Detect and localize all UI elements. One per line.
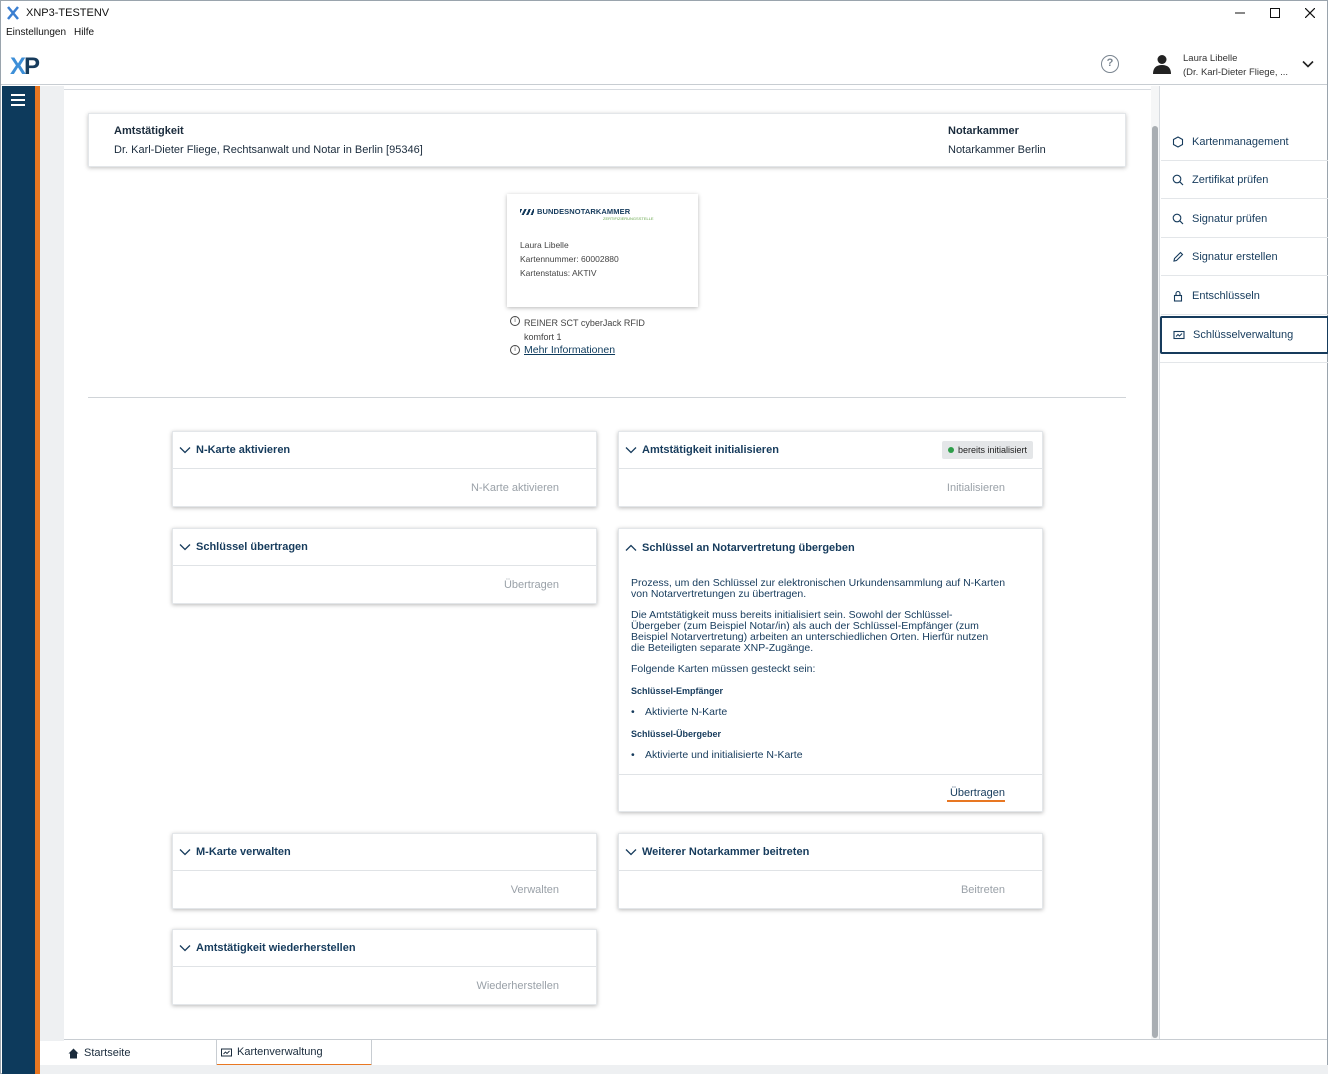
panel-schluessel-uebertragen: Schlüssel übertragen Übertragen xyxy=(172,528,597,604)
chevron-up-icon xyxy=(625,544,637,551)
nav-entschluesseln[interactable]: Entschlüsseln xyxy=(1161,277,1328,315)
divider xyxy=(619,774,1042,775)
notar-card: BUNDESNOTARKAMMER ZERTIFIZIERUNGSSTELLE … xyxy=(507,194,698,307)
status-strip xyxy=(40,1065,1328,1074)
uebertragen-button[interactable]: Übertragen xyxy=(504,579,559,591)
right-navigation: Kartenmanagement Zertifikat prüfen Signa… xyxy=(1159,86,1328,1041)
section-divider xyxy=(88,397,1126,398)
verwalten-button[interactable]: Verwalten xyxy=(511,884,559,896)
n-karte-aktivieren-button[interactable]: N-Karte aktivieren xyxy=(471,482,559,494)
key-card-icon xyxy=(221,1048,232,1056)
app-icon xyxy=(7,6,21,20)
card-reader-info: i REINER SCT cyberJack RFID komfort 1 xyxy=(510,316,645,344)
panel-header[interactable]: Schlüssel übertragen xyxy=(173,529,596,566)
panel-amtstaetigkeit-initialisieren: Amtstätigkeit initialisieren bereits ini… xyxy=(618,431,1043,507)
user-icon[interactable] xyxy=(1153,54,1171,74)
panel-header[interactable]: Amtstätigkeit wiederherstellen xyxy=(173,930,596,967)
panel-header[interactable]: Schlüssel an Notarvertretung übergeben xyxy=(619,529,1042,566)
search-icon xyxy=(1172,174,1184,185)
xnp-logo[interactable]: XP xyxy=(10,53,40,81)
left-sidebar xyxy=(2,86,35,1074)
list-item: • Aktivierte und initialisierte N-Karte xyxy=(631,749,803,761)
window-title: XNP3-TESTENV xyxy=(26,7,110,19)
maximize-button[interactable] xyxy=(1258,1,1292,25)
initialisieren-button[interactable]: Initialisieren xyxy=(947,482,1005,494)
tab-startseite[interactable]: Startseite xyxy=(64,1040,217,1066)
menu-einstellungen[interactable]: Einstellungen xyxy=(6,27,66,43)
chevron-down-icon xyxy=(625,447,637,454)
more-info-row: i Mehr Informationen xyxy=(510,344,615,356)
info-icon: i xyxy=(510,345,520,355)
amtstaetigkeit-value: Dr. Karl-Dieter Fliege, Rechtsanwalt und… xyxy=(114,144,423,156)
tab-kartenverwaltung[interactable]: Kartenverwaltung xyxy=(217,1040,372,1066)
chevron-down-icon[interactable] xyxy=(1301,57,1315,71)
notarvertretung-uebertragen-button[interactable]: Übertragen xyxy=(950,787,1005,799)
amtstaetigkeit-card: Amtstätigkeit Dr. Karl-Dieter Fliege, Re… xyxy=(88,113,1126,167)
app-window: XNP3-TESTENV Einstellungen Hilfe XP ? La… xyxy=(0,0,1328,1074)
chevron-down-icon xyxy=(179,544,191,551)
nav-signatur-pruefen[interactable]: Signatur prüfen xyxy=(1161,200,1328,238)
minimize-button[interactable] xyxy=(1223,1,1257,25)
wiederherstellen-button[interactable]: Wiederherstellen xyxy=(476,980,559,992)
panel-header[interactable]: Amtstätigkeit initialisieren bereits ini… xyxy=(619,432,1042,469)
more-info-link[interactable]: Mehr Informationen xyxy=(524,344,615,356)
close-button[interactable] xyxy=(1293,1,1327,25)
nav-signatur-erstellen[interactable]: Signatur erstellen xyxy=(1161,238,1328,276)
bottom-tab-bar: Startseite Kartenverwaltung xyxy=(64,1039,1327,1066)
panel-header[interactable]: M-Karte verwalten xyxy=(173,834,596,871)
status-dot-icon xyxy=(947,447,954,453)
card-holder: Laura Libelle xyxy=(520,240,569,250)
panel-notarvertretung: Schlüssel an Notarvertretung übergeben P… xyxy=(618,528,1043,812)
uebergeber-heading: Schlüssel-Übergeber xyxy=(631,729,722,739)
chevron-down-icon xyxy=(179,447,191,454)
amtstaetigkeit-label: Amtstätigkeit xyxy=(114,125,184,137)
chevron-down-icon xyxy=(625,849,637,856)
panel-header[interactable]: N-Karte aktivieren xyxy=(173,432,596,469)
help-icon[interactable]: ? xyxy=(1101,55,1119,73)
panel-amtstaetigkeit-wiederherstellen: Amtstätigkeit wiederherstellen Wiederher… xyxy=(172,929,597,1005)
panel-n-karte-aktivieren: N-Karte aktivieren N-Karte aktivieren xyxy=(172,431,597,507)
hexagon-icon xyxy=(1172,135,1184,148)
panel-m-karte-verwalten: M-Karte verwalten Verwalten xyxy=(172,833,597,909)
lock-icon xyxy=(1173,290,1183,302)
panel-header[interactable]: Weiterer Notarkammer beitreten xyxy=(619,834,1042,871)
chevron-down-icon xyxy=(179,945,191,952)
description-paragraph-1: Prozess, um den Schlüssel zur elektronis… xyxy=(631,577,1006,600)
bundesnotarkammer-logo: BUNDESNOTARKAMMER xyxy=(520,207,630,216)
description-paragraph-2: Die Amtstätigkeit muss bereits initialis… xyxy=(631,609,989,654)
home-icon xyxy=(68,1048,79,1058)
beitreten-button[interactable]: Beitreten xyxy=(961,884,1005,896)
empfaenger-heading: Schlüssel-Empfänger xyxy=(631,686,724,696)
title-bar: XNP3-TESTENV xyxy=(1,1,1327,25)
panel-weitere-notarkammer: Weiterer Notarkammer beitreten Beitreten xyxy=(618,833,1043,909)
app-header: XP ? Laura Libelle (Dr. Karl-Dieter Flie… xyxy=(1,45,1327,85)
pen-icon xyxy=(1173,251,1184,262)
divider xyxy=(64,89,1152,90)
content-gutter xyxy=(40,86,64,1041)
notarkammer-value: Notarkammer Berlin xyxy=(948,144,1046,156)
card-status: Kartenstatus: AKTIV xyxy=(520,268,597,278)
hamburger-menu-icon[interactable] xyxy=(11,94,25,106)
chevron-down-icon xyxy=(179,849,191,856)
nav-schluesselverwaltung[interactable]: Schlüsselverwaltung xyxy=(1160,316,1328,354)
list-item: • Aktivierte N-Karte xyxy=(631,706,728,718)
status-badge: bereits initialisiert xyxy=(941,441,1033,459)
card-number: Kartennummer: 60002880 xyxy=(520,254,619,264)
nav-kartenmanagement[interactable]: Kartenmanagement xyxy=(1161,123,1328,161)
scrollbar-thumb[interactable] xyxy=(1152,126,1158,1038)
menu-hilfe[interactable]: Hilfe xyxy=(74,27,94,43)
button-underline xyxy=(947,800,1005,802)
menu-bar: Einstellungen Hilfe xyxy=(1,27,94,43)
notarkammer-label: Notarkammer xyxy=(948,125,1019,137)
divider xyxy=(1160,362,1328,363)
nav-zertifikat-pruefen[interactable]: Zertifikat prüfen xyxy=(1161,161,1328,199)
search-icon xyxy=(1172,213,1184,224)
description-paragraph-3: Folgende Karten müssen gesteckt sein: xyxy=(631,663,816,675)
key-card-icon xyxy=(1173,330,1185,340)
user-name[interactable]: Laura Libelle (Dr. Karl-Dieter Fliege, .… xyxy=(1183,52,1288,80)
info-icon: i xyxy=(510,316,520,326)
